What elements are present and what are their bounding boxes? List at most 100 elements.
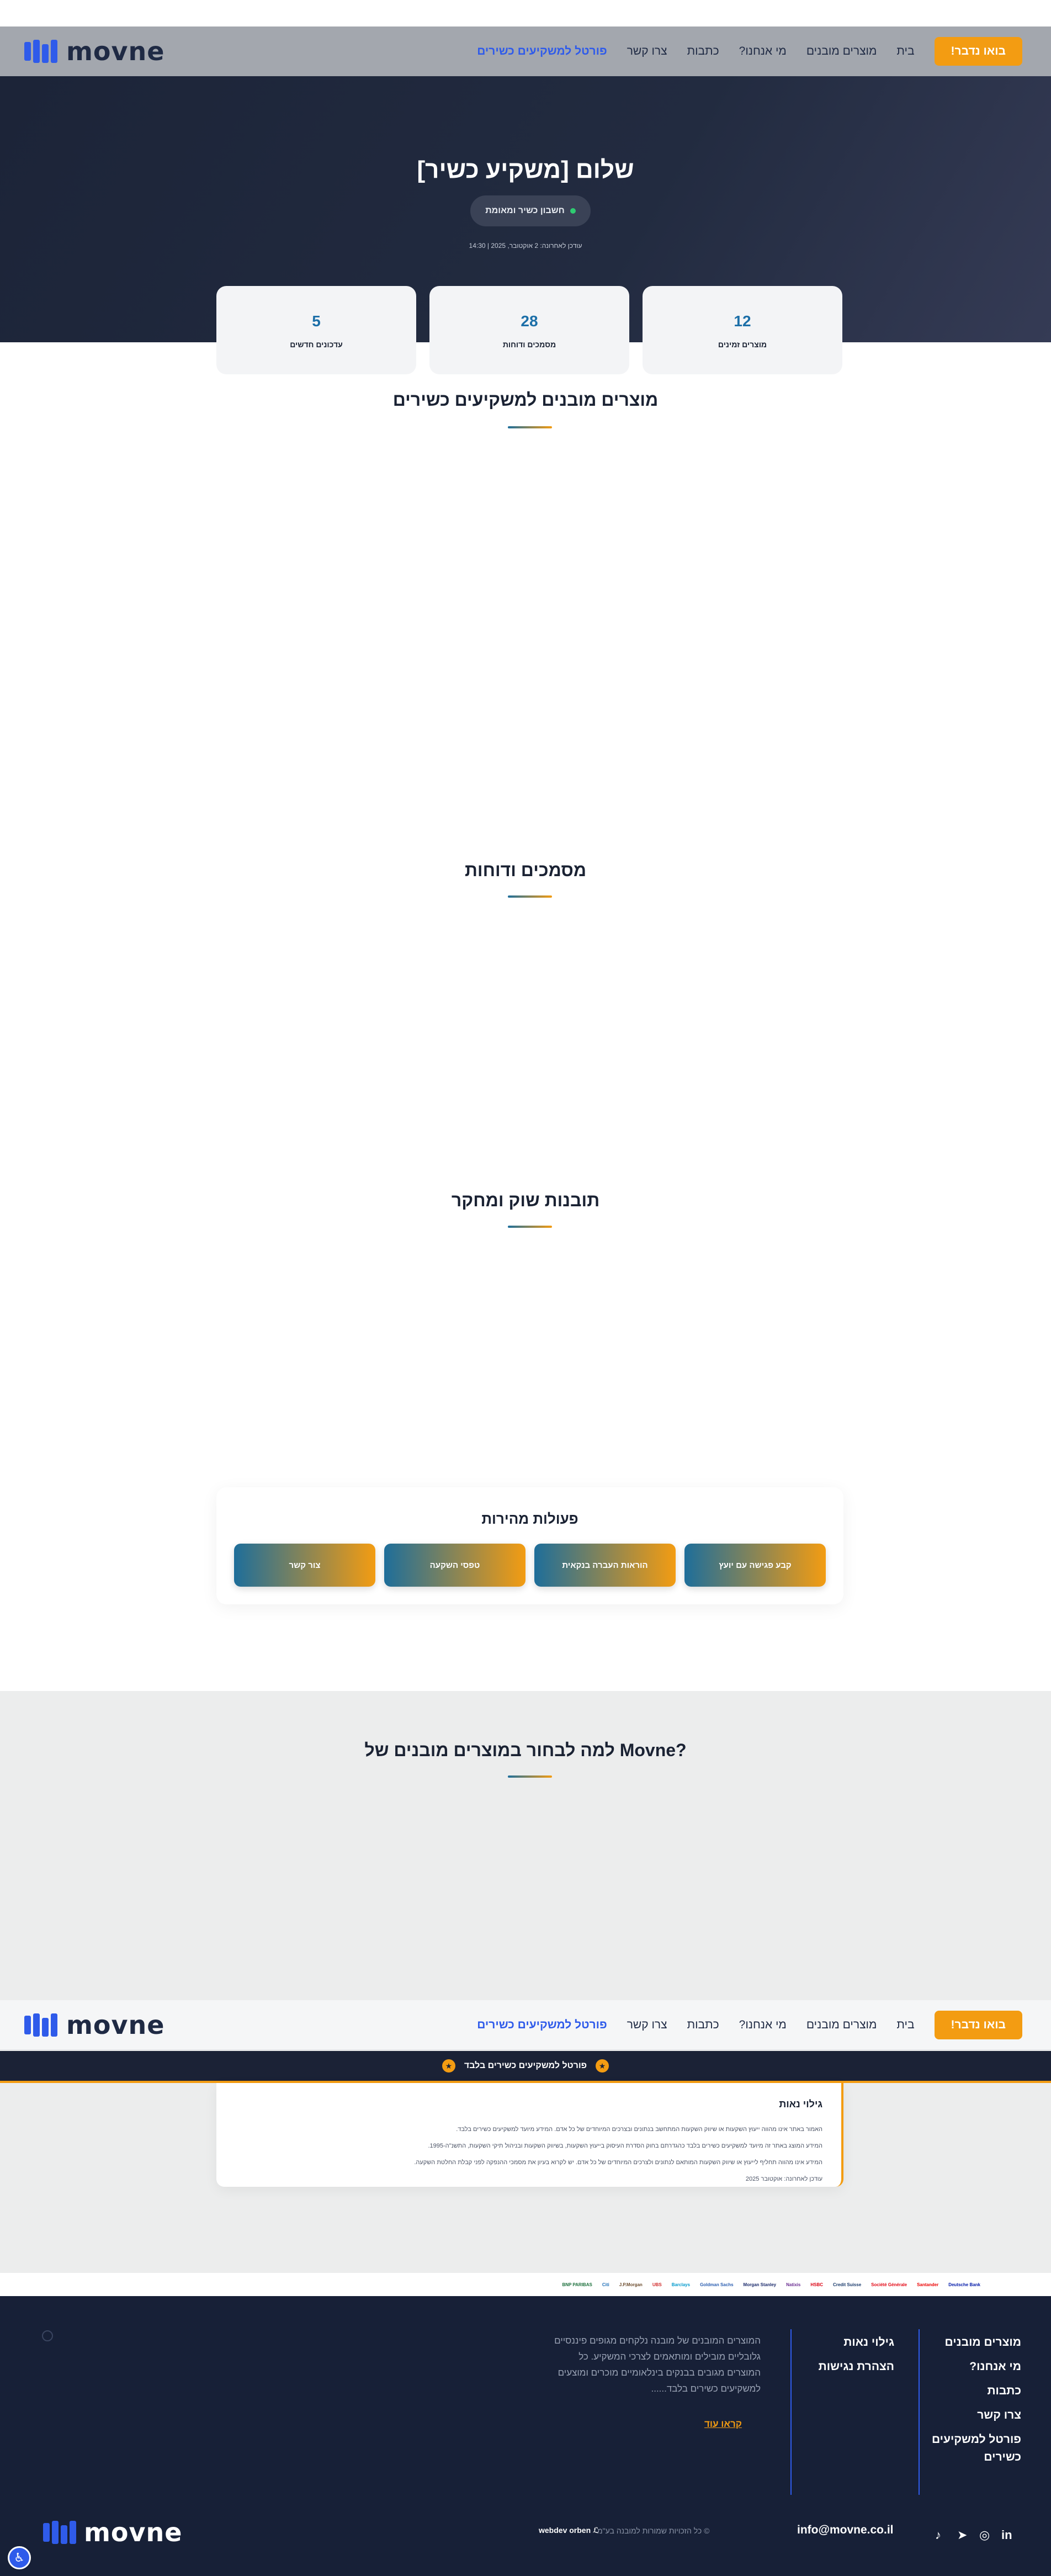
partner-logo: HSBC	[810, 2282, 824, 2287]
bank-transfer-button[interactable]: הוראות העברה בנקאית	[534, 1544, 676, 1587]
nav-item-products[interactable]: מוצרים מובנים	[806, 45, 877, 58]
why-accent-line	[508, 1775, 552, 1778]
nav-item-portal[interactable]: פורטל למשקיעים כשירים	[477, 2018, 607, 2032]
nav-item-about[interactable]: מי אנחנו?	[739, 45, 787, 58]
partner-logo: BNP PARIBAS	[562, 2282, 592, 2287]
stat-card-updates: 5 עדכונים חדשים	[216, 286, 416, 374]
footer-link-accessibility[interactable]: הצהרת נגישות	[795, 2360, 894, 2373]
verified-badge: חשבון כשיר ומאומת	[470, 195, 591, 226]
accessibility-icon[interactable]: ♿	[8, 2546, 31, 2569]
disclaimer-line: המידע המוצג באתר זה מיועד למשקיעים כשירי…	[428, 2143, 822, 2149]
verified-badge-label: חשבון כשיר ומאומת	[485, 206, 565, 215]
partner-logo: J.P.Morgan	[619, 2282, 643, 2287]
nav-item-contact[interactable]: צרו קשר	[627, 2018, 667, 2032]
partner-logos-strip: BNP PARIBAS Citi J.P.Morgan UBS Barclays Gold…	[0, 2273, 1051, 2296]
nav-item-home[interactable]: בית	[896, 45, 914, 58]
read-more-link[interactable]: קראו עוד	[704, 2419, 742, 2430]
circle-icon	[42, 2330, 53, 2341]
logo-mark-icon	[43, 2521, 76, 2544]
stat-value: 5	[312, 312, 321, 330]
partner-logo: Goldman Sachs	[700, 2282, 734, 2287]
footer-link-products[interactable]: מוצרים מובנים	[922, 2336, 1021, 2349]
footer-legal-links: גילוי נאות הצהרת נגישות	[795, 2336, 894, 2373]
logo[interactable]: movne	[24, 36, 164, 66]
last-updated-text: עודכן לאחרונה: 2 אוקטובר, 2025 | 14:30	[469, 242, 582, 250]
documents-section-title: מסמכים ודוחות	[464, 860, 587, 880]
disclaimer-line: עודכן לאחרונה: אוקטובר 2025	[745, 2176, 822, 2182]
portal-strip: ★ פורטל למשקיעים כשירים בלבד ★	[0, 2051, 1051, 2083]
hero-title: שלום [משקיע כשיר]	[417, 156, 634, 183]
star-icon: ★	[442, 2059, 455, 2073]
disclaimer-line: המידע אינו מהווה תחליף לייעוץ או שיווק ה…	[414, 2159, 822, 2166]
logo-text: movne	[84, 2517, 183, 2547]
nav-item-contact[interactable]: צרו קשר	[627, 45, 667, 58]
logo-mark-icon	[24, 2013, 57, 2037]
credit-text: webdev orben	[539, 2526, 591, 2535]
stat-value: 12	[734, 312, 751, 330]
footer-divider	[919, 2329, 920, 2495]
partner-logo: Santander	[917, 2282, 939, 2287]
instagram-icon[interactable]: ◎	[979, 2528, 990, 2542]
cta-button[interactable]: בואו נדבר!	[934, 37, 1022, 66]
cta-button[interactable]: בואו נדבר!	[934, 2010, 1022, 2039]
why-section-title: למה לבחור במוצרים מובנים של Movne?	[364, 1740, 687, 1760]
footer-link-disclosure[interactable]: גילוי נאות	[795, 2336, 894, 2349]
linkedin-icon[interactable]: in	[1001, 2528, 1012, 2542]
telegram-icon[interactable]: ➤	[957, 2528, 967, 2542]
quick-actions-panel: פעולות מהירות קבע פגישה עם יועץ הוראות ה…	[216, 1487, 843, 1604]
sticky-navbar: movne בואו נדבר! בית מוצרים מובנים מי אנ…	[0, 2000, 1051, 2050]
quick-actions-title: פעולות מהירות	[481, 1510, 578, 1527]
partner-logo: Barclays	[671, 2282, 691, 2287]
partner-logo: UBS	[652, 2282, 662, 2287]
partner-logo: Natixis	[786, 2282, 801, 2287]
footer-link-portal-cont[interactable]: כשירים	[922, 2451, 1021, 2464]
stat-label: מסמכים ודוחות	[502, 340, 556, 349]
investment-forms-button[interactable]: טפסי השקעה	[384, 1544, 526, 1587]
partner-logo: Citi	[602, 2282, 609, 2287]
partner-logo: Morgan Stanley	[743, 2282, 777, 2287]
footer-divider	[790, 2329, 792, 2495]
nav-item-home[interactable]: בית	[896, 2018, 914, 2032]
copyright-text: © כל הזכויות שמורות למובנה בע"מ	[597, 2526, 710, 2535]
nav-item-portal[interactable]: פורטל למשקיעים כשירים	[477, 45, 607, 58]
nav-item-articles[interactable]: כתבות	[687, 45, 719, 58]
insights-accent-line	[508, 1226, 552, 1228]
footer-link-contact[interactable]: צרו קשר	[922, 2409, 1021, 2422]
disclaimer-title: גילוי נאות	[779, 2098, 822, 2109]
nav-item-about[interactable]: מי אנחנו?	[739, 2018, 787, 2032]
stat-card-documents: 28 מסמכים ודוחות	[429, 286, 629, 374]
disclaimer-card: גילוי נאות האמור באתר אינו מהווה ייעוץ ה…	[216, 2083, 843, 2187]
nav-item-products[interactable]: מוצרים מובנים	[806, 2018, 877, 2032]
footer-email[interactable]: info@movne.co.il	[797, 2524, 894, 2537]
top-navbar: movne בואו נדבר! בית מוצרים מובנים מי אנ…	[0, 26, 1051, 76]
partner-logo: Credit Suisse	[833, 2282, 862, 2287]
disclaimer-line: האמור באתר אינו מהווה ייעוץ השקעות או שי…	[456, 2126, 822, 2133]
products-section-title: מוצרים מובנים למשקיעים כשירים	[392, 390, 659, 410]
documents-accent-line	[508, 895, 552, 898]
nav-links: בואו נדבר! בית מוצרים מובנים מי אנחנו? כ…	[477, 37, 1022, 66]
footer-main-links: מוצרים מובנים מי אנחנו? כתבות צרו קשר פו…	[922, 2336, 1021, 2464]
footer-about-text: המוצרים המובנים של מובנה נלקחים מגופים פ…	[554, 2335, 761, 2394]
star-icon: ★	[596, 2059, 609, 2073]
stat-label: עדכונים חדשים	[290, 340, 343, 349]
products-accent-line	[508, 426, 552, 428]
portal-strip-label: פורטל למשקיעים כשירים בלבד	[464, 2061, 587, 2070]
stat-value: 28	[521, 312, 538, 330]
tiktok-icon[interactable]: ♪	[935, 2528, 941, 2542]
credit-link[interactable]: webdev orben ℒ	[539, 2526, 599, 2535]
nav-links: בואו נדבר! בית מוצרים מובנים מי אנחנו? כ…	[477, 2010, 1022, 2039]
logo-text: movne	[66, 36, 165, 66]
insights-section-title: תובנות שוק ומחקר	[451, 1190, 600, 1210]
stat-label: מוצרים זמינים	[718, 340, 767, 349]
check-dot-icon	[570, 208, 576, 214]
contact-button[interactable]: צור קשר	[234, 1544, 375, 1587]
logo-mark-icon	[24, 40, 57, 63]
nav-item-articles[interactable]: כתבות	[687, 2018, 719, 2032]
footer-logo[interactable]: movne	[43, 2517, 182, 2547]
stat-card-products: 12 מוצרים זמינים	[643, 286, 842, 374]
footer-link-about[interactable]: מי אנחנו?	[922, 2360, 1021, 2373]
footer-link-articles[interactable]: כתבות	[922, 2384, 1021, 2398]
schedule-meeting-button[interactable]: קבע פגישה עם יועץ	[684, 1544, 826, 1587]
footer-link-portal[interactable]: פורטל למשקיעים	[922, 2433, 1021, 2446]
logo[interactable]: movne	[24, 2010, 164, 2040]
